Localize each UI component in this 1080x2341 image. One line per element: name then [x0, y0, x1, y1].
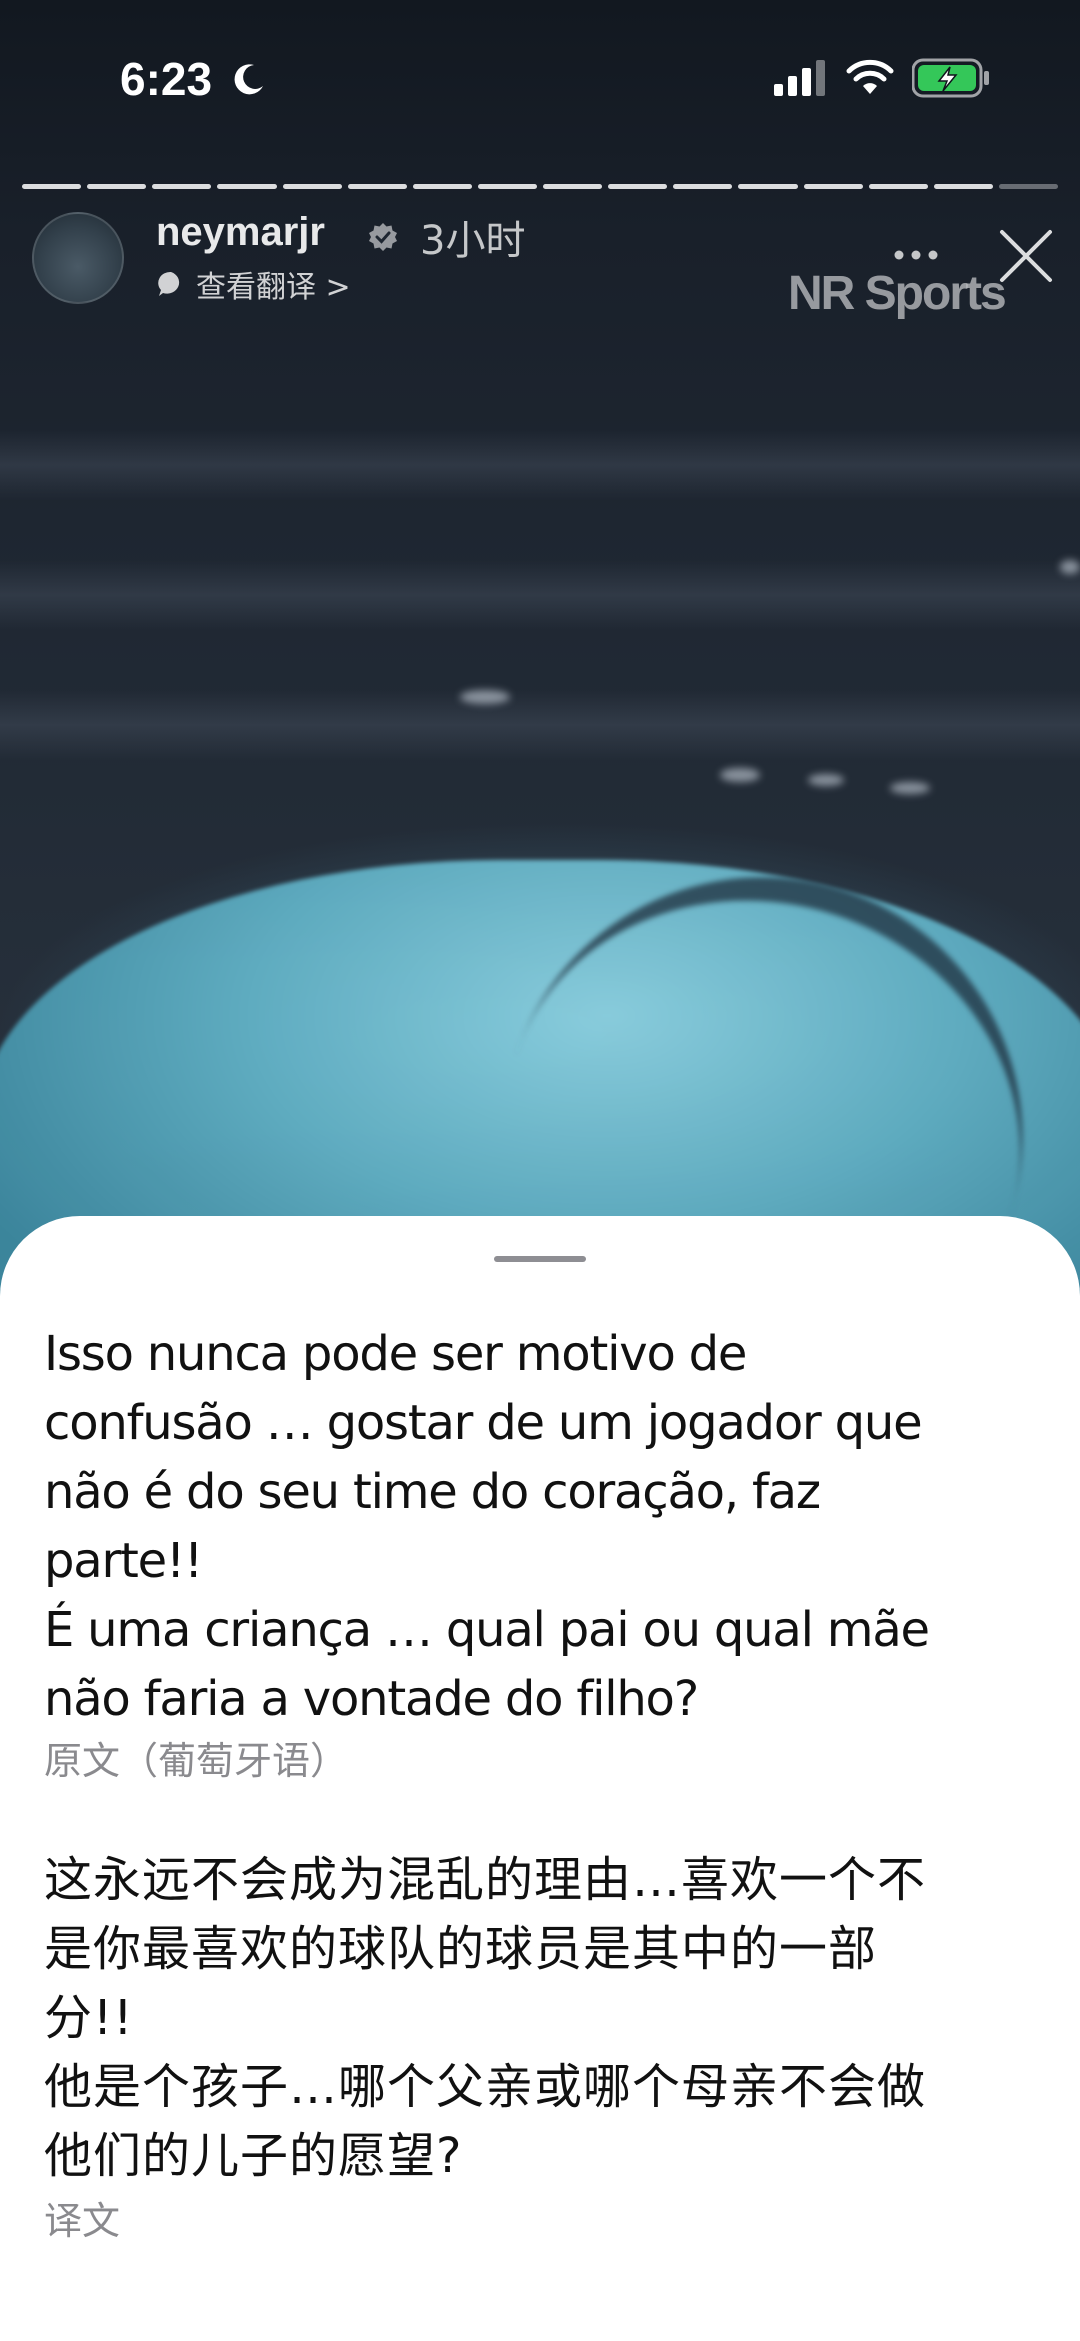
progress-segment: [608, 184, 668, 189]
stadium-light: [890, 782, 930, 794]
progress-segment: [22, 184, 82, 189]
close-icon[interactable]: [996, 226, 1056, 286]
progress-segment: [803, 184, 863, 189]
progress-segment: [738, 184, 798, 189]
progress-segment: [543, 184, 603, 189]
progress-segment: [868, 184, 928, 189]
stadium-light: [460, 690, 510, 704]
translation-label: 译文: [44, 2199, 121, 2243]
story-time-ago: 3小时: [420, 218, 526, 264]
original-caption-text: Isso nunca pode ser motivo de confusão ……: [44, 1326, 930, 1727]
wifi-icon: [846, 59, 894, 94]
see-translation-link[interactable]: 查看翻译 >: [156, 262, 351, 306]
sheet-drag-handle[interactable]: [494, 1256, 586, 1262]
battery-charging-icon: [912, 58, 989, 98]
stadium-light: [1060, 560, 1080, 574]
avatar[interactable]: [32, 212, 124, 304]
stadium-stand: [0, 430, 1080, 500]
signal-icon: [774, 60, 825, 96]
see-translation-label: 查看翻译 >: [196, 270, 351, 305]
progress-segment: [152, 184, 212, 189]
status-bar: 6:23: [0, 0, 1080, 160]
stadium-stand: [0, 560, 1080, 630]
story-media[interactable]: [0, 0, 1080, 1380]
status-time: 6:23: [120, 53, 213, 105]
progress-segment: [998, 184, 1058, 189]
progress-segment: [87, 184, 147, 189]
stadium-stand: [0, 690, 1080, 760]
progress-segment: [282, 184, 342, 189]
speech-bubble-icon: [158, 271, 180, 296]
progress-segment: [412, 184, 472, 189]
translation-sheet[interactable]: Isso nunca pode ser motivo de confusão ……: [0, 1216, 1080, 2341]
story-username[interactable]: neymarjr: [156, 210, 325, 255]
stadium-light: [808, 774, 844, 786]
progress-segment: [217, 184, 277, 189]
more-options-icon[interactable]: [892, 248, 940, 262]
progress-segment: [933, 184, 993, 189]
original-language-label: 原文（葡萄牙语）: [44, 1739, 349, 1783]
progress-segment: [347, 184, 407, 189]
moon-icon: [234, 64, 263, 95]
verified-badge-icon: [369, 223, 397, 251]
progress-segment: [477, 184, 537, 189]
watermark: NR Sports: [788, 267, 1007, 320]
stadium-light: [720, 768, 760, 782]
translated-caption-text: 这永远不会成为混乱的理由…喜欢一个不 是你最喜欢的球队的球员是其中的一部 分!!…: [44, 1852, 927, 2184]
story-progress-bar: [22, 184, 1058, 189]
progress-segment: [673, 184, 733, 189]
